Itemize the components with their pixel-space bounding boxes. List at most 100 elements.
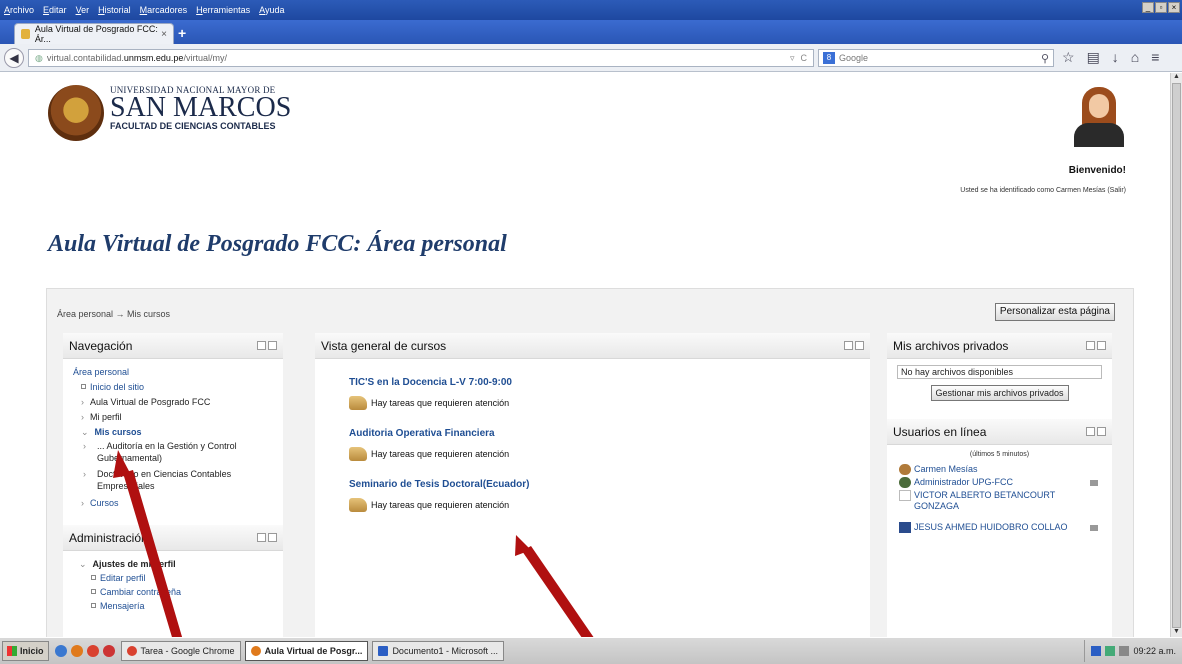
chevron-right-icon: ›	[81, 498, 84, 508]
bookmarks-list-icon[interactable]: ▤	[1087, 49, 1100, 66]
message-icon[interactable]	[1090, 525, 1098, 531]
address-bar[interactable]: ◍ virtual.contabilidad. unmsm.edu.pe/virt…	[28, 49, 814, 67]
block-controls-icon[interactable]	[257, 341, 277, 350]
menu-marcadores[interactable]: Marcadores	[140, 5, 188, 15]
download-icon[interactable]: ↓	[1112, 49, 1119, 66]
chevron-down-icon: ⌄	[79, 559, 87, 569]
nav-my-courses[interactable]: Mis cursos	[95, 427, 142, 437]
online-user: Administrador UPG-FCC	[899, 477, 1112, 488]
online-user-name[interactable]: Carmen Mesías	[914, 464, 978, 475]
nav-course-doctorado[interactable]: Doctorado en Ciencias Contables Empresar…	[97, 469, 231, 491]
admin-change-password[interactable]: Cambiar contraseña	[100, 587, 181, 597]
search-bar[interactable]: 8 Google ⚲	[818, 49, 1054, 67]
welcome-text: Bienvenido!	[1068, 165, 1126, 176]
menu-editar[interactable]: Editar	[43, 5, 67, 15]
bookmark-star-icon[interactable]: ☆	[1062, 49, 1075, 66]
ie-icon[interactable]	[54, 645, 67, 657]
menu-herramientas[interactable]: Herramientas	[196, 5, 250, 15]
minimize-button[interactable]: _	[1142, 2, 1154, 13]
web-page: UNIVERSIDAD NACIONAL MAYOR DE SAN MARCOS…	[0, 73, 1170, 637]
nav-course-auditoria[interactable]: ... Auditoría en la Gestión y Control Gu…	[97, 441, 237, 463]
main-content: Área personal → Mis cursos Personalizar …	[46, 288, 1134, 637]
breadcrumb[interactable]: Área personal → Mis cursos	[57, 309, 170, 319]
admin-edit-profile[interactable]: Editar perfil	[100, 573, 146, 583]
restore-button[interactable]: ▫	[1155, 2, 1167, 13]
course-title[interactable]: TIC'S en la Docencia L-V 7:00-9:00	[349, 377, 870, 388]
url-prefix: virtual.contabilidad.	[46, 53, 124, 63]
network-icon[interactable]	[1105, 646, 1116, 656]
online-user-name[interactable]: JESUS AHMED HUIDOBRO COLLAO	[914, 522, 1068, 533]
url-path: /virtual/my/	[183, 53, 227, 63]
block-controls-icon[interactable]	[844, 341, 864, 350]
close-button[interactable]: ×	[1168, 2, 1180, 13]
scroll-thumb[interactable]	[1172, 83, 1181, 628]
volume-icon[interactable]	[1119, 646, 1130, 656]
online-users-subtitle: (últimos 5 minutos)	[969, 451, 1030, 458]
menu-historial[interactable]: Historial	[98, 5, 131, 15]
private-files-title: Mis archivos privados	[893, 338, 1009, 353]
university-logo[interactable]: UNIVERSIDAD NACIONAL MAYOR DE SAN MARCOS…	[48, 85, 291, 141]
administration-header: Administración	[63, 525, 283, 551]
browser-navbar: ◀ ◍ virtual.contabilidad. unmsm.edu.pe/vi…	[0, 44, 1182, 72]
course-note: Hay tareas que requieren atención	[349, 498, 870, 512]
right-column: Mis archivos privados No hay archivos di…	[887, 333, 1112, 637]
logged-in-text[interactable]: Usted se ha identificado como Carmen Mes…	[960, 187, 1126, 194]
task-label: Documento1 - Microsoft ...	[392, 646, 498, 656]
search-icon[interactable]: ⚲	[1041, 52, 1049, 65]
nav-profile[interactable]: Mi perfil	[90, 412, 122, 422]
taskbar-word[interactable]: Documento1 - Microsoft ...	[372, 641, 504, 661]
quick-launch	[54, 645, 115, 657]
nav-aula[interactable]: Aula Virtual de Posgrado FCC	[90, 397, 210, 407]
menu-icon[interactable]: ≡	[1151, 49, 1159, 66]
browser-tab[interactable]: Aula Virtual de Posgrado FCC: Ár... ×	[14, 23, 174, 44]
nav-site-home[interactable]: Inicio del sitio	[90, 382, 144, 392]
user-avatar-icon	[899, 464, 911, 475]
toolbar-icons: ☆ ▤ ↓ ⌂ ≡	[1062, 49, 1159, 66]
course-title[interactable]: Seminario de Tesis Doctoral(Ecuador)	[349, 479, 870, 490]
course-title[interactable]: Auditoria Operativa Financiera	[349, 428, 870, 439]
chrome-icon[interactable]	[86, 645, 99, 657]
back-button[interactable]: ◀	[4, 48, 24, 68]
scroll-down-icon[interactable]: ▼	[1172, 628, 1181, 637]
block-controls-icon[interactable]	[1086, 427, 1106, 436]
online-user-name[interactable]: Administrador UPG-FCC	[914, 477, 1013, 488]
url-domain: unmsm.edu.pe	[123, 53, 184, 63]
tab-close-icon[interactable]: ×	[161, 29, 167, 40]
menu-ayuda[interactable]: Ayuda	[259, 5, 284, 15]
window-controls: _ ▫ ×	[1142, 2, 1180, 13]
word-icon	[378, 646, 389, 656]
message-icon[interactable]	[1090, 480, 1098, 486]
online-users-list: Carmen Mesías Administrador UPG-FCC VICT…	[887, 458, 1112, 533]
dropdown-icon[interactable]: ▿	[790, 53, 795, 64]
customize-page-button[interactable]: Personalizar esta página	[994, 303, 1115, 321]
taskbar-chrome[interactable]: Tarea - Google Chrome	[120, 641, 241, 661]
taskbar-firefox[interactable]: Aula Virtual de Posgr...	[244, 641, 369, 661]
navigation-block: Navegación Área personal Inicio del siti…	[63, 333, 283, 511]
start-button[interactable]: Inicio	[2, 641, 49, 661]
block-controls-icon[interactable]	[257, 533, 277, 542]
media-icon[interactable]	[102, 645, 115, 657]
reload-icon[interactable]: C	[801, 53, 808, 64]
new-tab-button[interactable]: +	[178, 25, 186, 41]
menu-ver[interactable]: Ver	[76, 5, 90, 15]
online-user: VICTOR ALBERTO BETANCOURT GONZAGA	[899, 490, 1069, 512]
manage-files-button[interactable]: Gestionar mis archivos privados	[930, 385, 1069, 401]
language-icon[interactable]	[1091, 646, 1102, 656]
scroll-up-icon[interactable]: ▲	[1172, 73, 1181, 82]
block-controls-icon[interactable]	[1086, 341, 1106, 350]
page-scrollbar[interactable]: ▲ ▼	[1170, 73, 1182, 637]
home-icon[interactable]: ⌂	[1131, 49, 1139, 66]
clock[interactable]: 09:22 a.m.	[1133, 646, 1176, 656]
firefox-icon[interactable]	[70, 645, 83, 657]
google-engine-icon[interactable]: 8	[823, 52, 835, 64]
admin-profile-settings[interactable]: Ajustes de mi perfil	[93, 559, 176, 569]
admin-messaging[interactable]: Mensajería	[100, 601, 145, 611]
online-users-header: Usuarios en línea	[887, 419, 1112, 445]
menu-archivo[interactable]: Archivo	[4, 5, 34, 15]
nav-courses[interactable]: Cursos	[90, 498, 119, 508]
search-placeholder: Google	[839, 53, 869, 63]
system-tray: 09:22 a.m.	[1084, 640, 1182, 662]
nav-home[interactable]: Área personal	[73, 365, 283, 380]
navigation-list: Área personal Inicio del sitio › Aula Vir…	[63, 359, 283, 511]
online-user-name[interactable]: VICTOR ALBERTO BETANCOURT GONZAGA	[914, 490, 1069, 512]
